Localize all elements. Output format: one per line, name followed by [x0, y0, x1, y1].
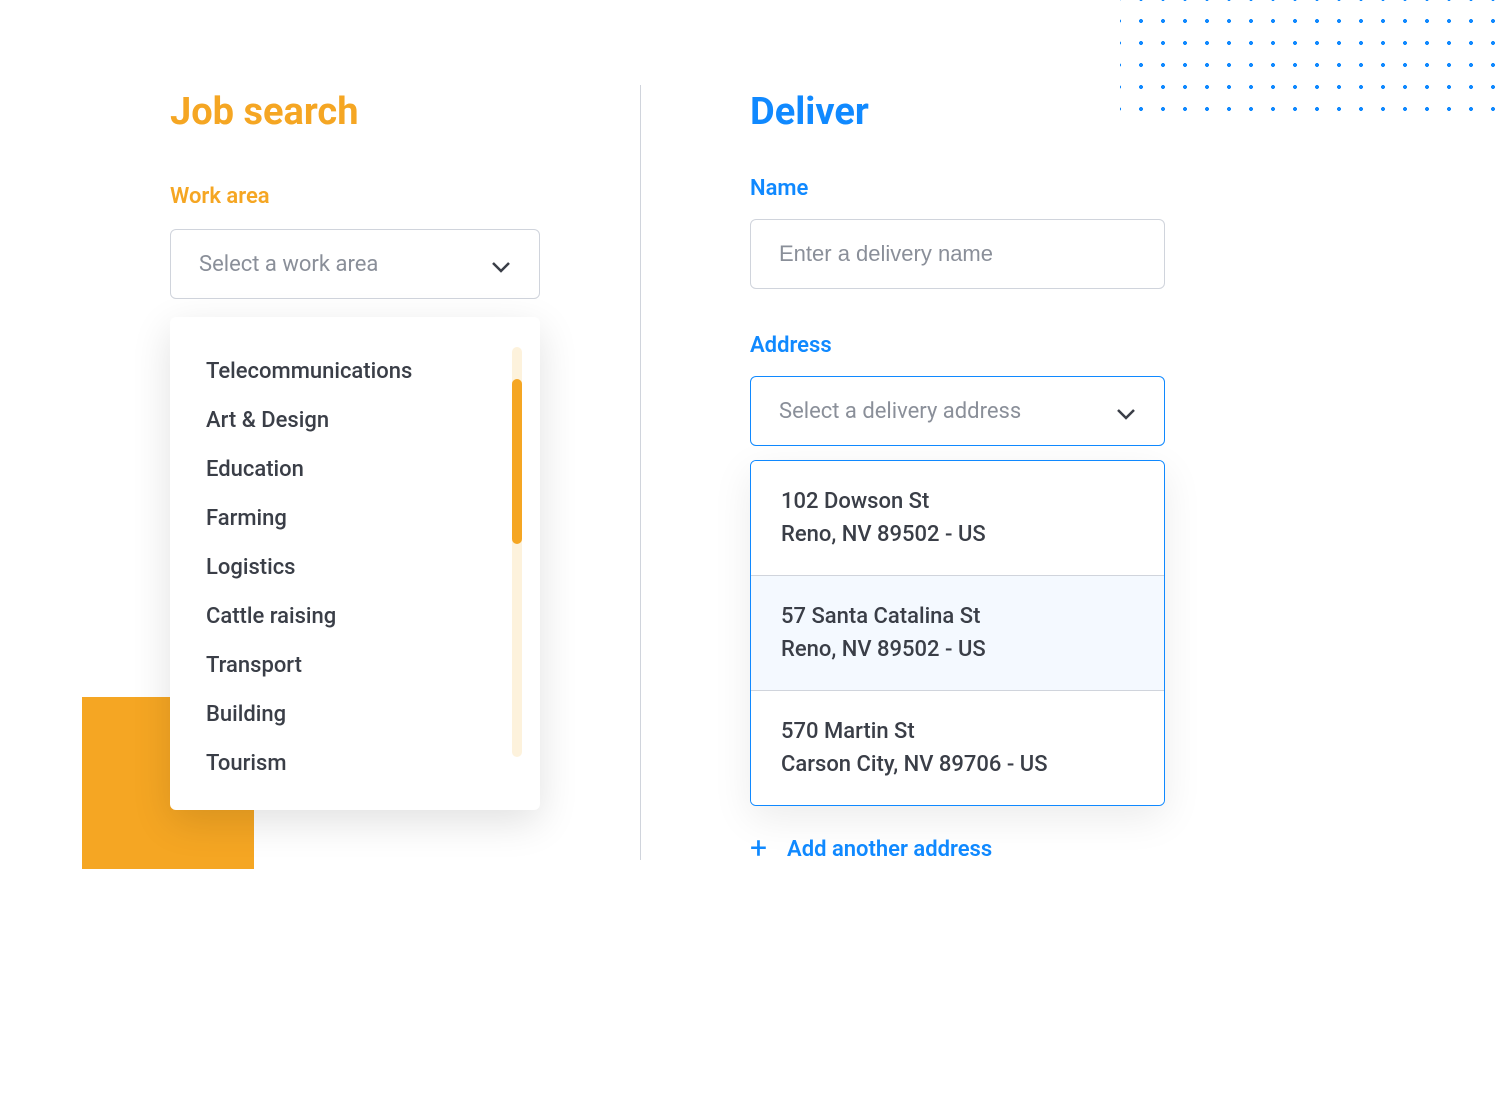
work-area-option[interactable]: Cattle raising — [206, 592, 522, 641]
work-area-option[interactable]: Telecommunications — [206, 347, 522, 396]
job-search-panel: Job search Work area Select a work area … — [0, 90, 640, 864]
job-search-heading: Job search — [170, 90, 640, 134]
address-line-2: Reno, NV 89502 - US — [781, 518, 1134, 551]
deliver-panel: Deliver Name Address Select a delivery a… — [640, 90, 1280, 864]
scrollbar-thumb[interactable] — [512, 379, 522, 544]
work-area-option[interactable]: Logistics — [206, 543, 522, 592]
address-select[interactable]: Select a delivery address — [750, 376, 1165, 446]
deliver-heading: Deliver — [750, 90, 1280, 134]
chevron-down-icon — [1116, 405, 1136, 417]
work-area-option[interactable]: Art & Design — [206, 396, 522, 445]
address-option[interactable]: 570 Martin St Carson City, NV 89706 - US — [751, 691, 1164, 805]
work-area-option[interactable]: Transport — [206, 641, 522, 690]
work-area-option[interactable]: Education — [206, 445, 522, 494]
work-area-placeholder: Select a work area — [199, 252, 378, 277]
work-area-option[interactable]: Building — [206, 690, 522, 739]
address-label: Address — [750, 333, 1280, 358]
scrollbar-track[interactable] — [512, 347, 522, 757]
work-area-option[interactable]: Tourism — [206, 739, 522, 788]
address-line-1: 57 Santa Catalina St — [781, 600, 1134, 633]
add-address-button[interactable]: + Add another address — [750, 834, 1280, 864]
address-line-1: 570 Martin St — [781, 715, 1134, 748]
chevron-down-icon — [491, 258, 511, 270]
work-area-dropdown: Telecommunications Art & Design Educatio… — [170, 317, 540, 810]
add-address-label: Add another address — [787, 837, 992, 862]
address-option[interactable]: 57 Santa Catalina St Reno, NV 89502 - US — [751, 576, 1164, 691]
work-area-label: Work area — [170, 184, 640, 209]
address-line-2: Reno, NV 89502 - US — [781, 633, 1134, 666]
address-line-2: Carson City, NV 89706 - US — [781, 748, 1134, 781]
work-area-option-list: Telecommunications Art & Design Educatio… — [206, 347, 522, 788]
work-area-select[interactable]: Select a work area — [170, 229, 540, 299]
delivery-name-input[interactable] — [750, 219, 1165, 289]
name-label: Name — [750, 176, 1280, 201]
address-placeholder: Select a delivery address — [779, 399, 1021, 424]
work-area-option[interactable]: Farming — [206, 494, 522, 543]
address-line-1: 102 Dowson St — [781, 485, 1134, 518]
plus-icon: + — [750, 834, 767, 864]
address-option[interactable]: 102 Dowson St Reno, NV 89502 - US — [751, 461, 1164, 576]
address-dropdown: 102 Dowson St Reno, NV 89502 - US 57 San… — [750, 460, 1165, 806]
